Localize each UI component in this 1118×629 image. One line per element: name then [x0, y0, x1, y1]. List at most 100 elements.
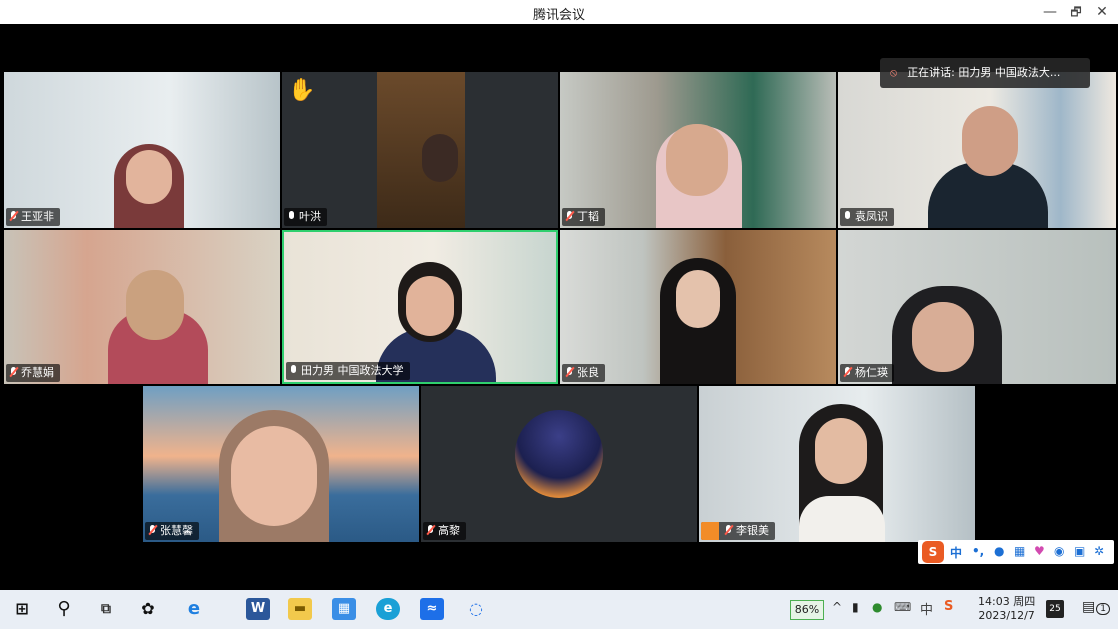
sogou-logo-icon[interactable]: S	[922, 541, 944, 563]
clock[interactable]: 14:03 周四 2023/12/7	[978, 595, 1035, 623]
participant-name: 高黎	[438, 524, 460, 537]
raise-hand-icon: ✋	[288, 78, 316, 103]
participant-name-tag: 杨仁瑛	[840, 364, 894, 382]
participant-name-tag: 王亚非	[6, 208, 60, 226]
chat-search-icon[interactable]: ◌	[464, 598, 488, 620]
tray-keyboard-icon[interactable]: ⌨	[894, 600, 911, 614]
ime-apps-icon[interactable]: ▣	[1074, 544, 1085, 558]
calendar-badge-icon[interactable]: 25	[1046, 600, 1064, 618]
participant-name-tag: 张慧馨	[145, 522, 199, 540]
participant-tile[interactable]: 杨仁瑛	[838, 230, 1116, 384]
ime-mode-toggle[interactable]: 中	[950, 544, 962, 561]
battery-indicator[interactable]: 86%	[790, 600, 824, 620]
maximize-button[interactable]: 🗗	[1062, 2, 1090, 22]
face	[126, 150, 172, 204]
taskbar: ⊞ ⚲ ⧉ ✿ e W ▬ ▦ e ≈ ◌ 86% ^ ▮ ● ⌨ 中 S 14…	[0, 590, 1118, 629]
mic-muted-icon	[427, 525, 434, 535]
mic-icon	[290, 365, 297, 375]
participant-tile[interactable]: 高黎	[421, 386, 697, 542]
face	[962, 106, 1018, 176]
mic-muted-icon	[844, 367, 851, 377]
ime-game-icon[interactable]: ◉	[1054, 544, 1064, 558]
mic-muted-icon	[566, 211, 573, 221]
windows-start-icon[interactable]: ⊞	[10, 598, 34, 620]
file-explorer-icon[interactable]: ▬	[288, 598, 312, 620]
app-grid-icon[interactable]: ▦	[332, 598, 356, 620]
clock-date: 2023/12/7	[978, 609, 1035, 622]
participant-name: 田力男 中国政法大学	[301, 364, 404, 377]
participant-name-tag: 袁凤识	[840, 208, 894, 226]
participant-name-tag: 高黎	[423, 522, 466, 540]
ime-mic-icon[interactable]: ●	[994, 544, 1004, 558]
speaking-name: 田力男 中国政法大...	[958, 66, 1061, 79]
ie-icon[interactable]: e	[182, 598, 206, 620]
face	[666, 124, 728, 196]
participant-tile[interactable]: 李银美	[699, 386, 975, 542]
clock-time: 14:03 周四	[978, 595, 1036, 608]
shirt	[799, 496, 885, 542]
mic-muted-icon	[566, 367, 573, 377]
face	[815, 418, 867, 484]
window-titlebar: 腾讯会议 — 🗗 ✕	[0, 0, 1118, 24]
participant-tile[interactable]: 张良	[560, 230, 836, 384]
meeting-app-icon[interactable]: ≈	[420, 598, 444, 620]
ime-skin-icon[interactable]: ♥	[1034, 544, 1045, 558]
mic-icon	[844, 211, 851, 221]
face	[422, 134, 458, 182]
participant-name: 张良	[577, 366, 599, 379]
mic-muted-icon	[10, 367, 17, 377]
participant-name: 王亚非	[21, 210, 54, 223]
participant-name: 张慧馨	[160, 524, 193, 537]
mic-muted-icon	[149, 525, 156, 535]
ime-settings-icon[interactable]: ✲	[1094, 544, 1104, 558]
participant-tile[interactable]: 袁凤识	[838, 72, 1116, 228]
search-icon[interactable]: ⚲	[52, 598, 76, 620]
face	[231, 426, 317, 526]
participant-name-tag: 乔慧娟	[6, 364, 60, 382]
mic-icon	[288, 211, 295, 221]
ime-punct-toggle[interactable]: •,	[972, 544, 984, 558]
mic-muted-icon	[725, 525, 732, 535]
participant-name: 杨仁瑛	[855, 366, 888, 379]
participant-name: 丁韬	[577, 210, 599, 223]
ime-toolbar[interactable]: S 中 •, ● ▦ ♥ ◉ ▣ ✲	[918, 540, 1114, 564]
close-button[interactable]: ✕	[1088, 2, 1116, 22]
participant-tile[interactable]: 乔慧娟	[4, 230, 280, 384]
tray-chevron-icon[interactable]: ^	[832, 600, 842, 614]
window-title: 腾讯会议	[532, 8, 585, 23]
task-view-icon[interactable]: ⧉	[94, 598, 118, 620]
mic-muted-icon	[10, 211, 17, 221]
face	[126, 270, 184, 340]
tray-mic-icon[interactable]: ▮	[852, 600, 859, 614]
tray-ime-indicator[interactable]: 中	[920, 599, 933, 618]
ime-keyboard-icon[interactable]: ▦	[1014, 544, 1025, 558]
participant-tile[interactable]: ✋ 叶洪	[282, 72, 558, 228]
participant-name-tag: 田力男 中国政法大学	[286, 362, 410, 380]
tray-green-icon[interactable]: ●	[872, 600, 882, 614]
speaking-label: 正在讲话:	[907, 66, 955, 79]
speaking-mic-icon: ⦸	[890, 66, 898, 79]
tray-sogou-icon[interactable]: S	[944, 599, 953, 614]
participant-name-tag: 张良	[562, 364, 605, 382]
participant-tile[interactable]: 张慧馨	[143, 386, 419, 542]
word-icon[interactable]: W	[246, 598, 270, 620]
participant-name: 乔慧娟	[21, 366, 54, 379]
participant-tile[interactable]: 王亚非	[4, 72, 280, 228]
participant-tile[interactable]: 丁韬	[560, 72, 836, 228]
calendar-badge: 25	[1049, 604, 1061, 614]
face	[676, 270, 720, 328]
minimize-button[interactable]: —	[1036, 2, 1064, 22]
active-speaker-tile[interactable]: 田力男 中国政法大学	[282, 230, 558, 384]
participant-name: 叶洪	[299, 210, 321, 223]
participant-name-tag: 李银美	[701, 522, 775, 540]
face	[912, 302, 974, 372]
notification-icon[interactable]: ▤ 1	[1082, 599, 1110, 615]
participant-name: 李银美	[736, 524, 769, 537]
app-s-icon[interactable]: ✿	[136, 598, 160, 620]
host-icon	[701, 522, 719, 540]
participant-name: 袁凤识	[855, 210, 888, 223]
edge-icon[interactable]: e	[376, 598, 400, 620]
speaking-indicator: ⦸ 正在讲话: 田力男 中国政法大...	[880, 58, 1090, 88]
participant-name-tag: 叶洪	[284, 208, 327, 226]
notification-badge: 1	[1096, 603, 1110, 615]
